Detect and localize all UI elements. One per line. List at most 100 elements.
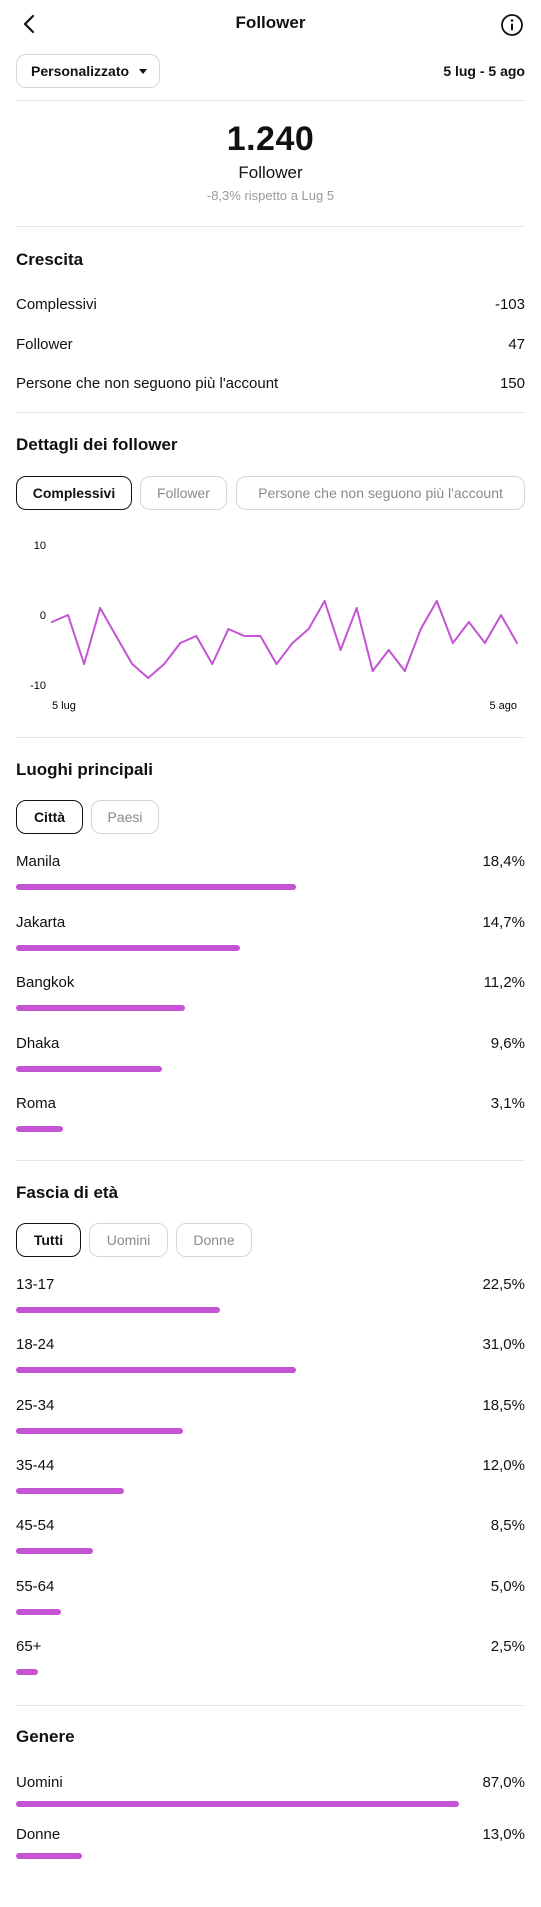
age-range-bar bbox=[16, 1487, 124, 1494]
data-point bbox=[467, 621, 470, 623]
growth-label-follows: Follower bbox=[16, 336, 73, 353]
data-point bbox=[83, 663, 86, 665]
age-range-value: 12,0% bbox=[482, 1456, 525, 1474]
series-line bbox=[51, 600, 518, 679]
age-range-label: 55-64 bbox=[16, 1577, 55, 1595]
location-label: Bangkok bbox=[16, 974, 75, 991]
age-range-value: 8,5% bbox=[490, 1517, 525, 1535]
info-icon[interactable] bbox=[499, 12, 525, 38]
gender-value: 13,0% bbox=[482, 1826, 525, 1843]
location-bar bbox=[16, 1126, 63, 1132]
age-range-label: 35-44 bbox=[16, 1456, 55, 1474]
data-point bbox=[451, 642, 454, 644]
data-point bbox=[307, 628, 310, 630]
divider bbox=[16, 737, 525, 738]
caret-down-icon bbox=[139, 69, 147, 74]
data-point bbox=[147, 677, 150, 679]
data-point bbox=[339, 649, 342, 651]
location-value: 14,7% bbox=[482, 913, 525, 931]
tab-follows[interactable]: Follower bbox=[140, 476, 227, 510]
section-title-age: Fascia di età bbox=[16, 1183, 119, 1202]
gender-value: 87,0% bbox=[482, 1774, 525, 1791]
age-range-bar bbox=[16, 1427, 183, 1434]
data-point bbox=[387, 649, 390, 651]
data-point bbox=[403, 670, 406, 672]
tab-all[interactable]: Tutti bbox=[16, 1223, 81, 1257]
data-point bbox=[99, 607, 102, 609]
x-end-label: 5 ago bbox=[489, 700, 517, 712]
location-value: 18,4% bbox=[482, 853, 525, 870]
section-title-details: Dettagli dei follower bbox=[16, 435, 178, 454]
divider bbox=[16, 1160, 525, 1161]
growth-label-unfollows: Persone che non seguono più l'account bbox=[16, 375, 279, 392]
location-value: 3,1% bbox=[490, 1095, 525, 1112]
date-range: 5 lug - 5 ago bbox=[443, 63, 525, 79]
section-title-growth: Crescita bbox=[16, 250, 84, 269]
data-point bbox=[291, 642, 294, 644]
location-label: Manila bbox=[16, 853, 61, 870]
location-bar bbox=[16, 884, 296, 890]
tab-men[interactable]: Uomini bbox=[89, 1223, 168, 1257]
data-point bbox=[195, 635, 198, 637]
data-point bbox=[275, 663, 278, 665]
age-range-label: 45-54 bbox=[16, 1517, 55, 1535]
location-value: 9,6% bbox=[490, 1034, 525, 1052]
y-tick-label: -10 bbox=[30, 680, 46, 692]
age-range-value: 31,0% bbox=[482, 1336, 525, 1354]
gender-label: Donne bbox=[16, 1826, 61, 1843]
data-point bbox=[435, 600, 438, 602]
data-point bbox=[131, 663, 134, 665]
location-bar bbox=[16, 944, 240, 951]
data-point bbox=[323, 600, 326, 602]
data-point bbox=[179, 642, 182, 644]
growth-label-overall: Complessivi bbox=[16, 296, 97, 313]
growth-value-overall: -103 bbox=[494, 296, 525, 313]
age-range-bar bbox=[16, 1367, 296, 1374]
period-dropdown-label: Personalizzato bbox=[31, 63, 130, 79]
data-point bbox=[243, 635, 246, 637]
data-point bbox=[227, 628, 230, 630]
tab-unfollows[interactable]: Persone che non seguono più l'account bbox=[236, 476, 525, 510]
age-range-value: 18,5% bbox=[482, 1396, 525, 1414]
data-point bbox=[419, 628, 422, 630]
location-value: 11,2% bbox=[483, 974, 525, 991]
x-start-label: 5 lug bbox=[52, 700, 76, 712]
gender-label: Uomini bbox=[16, 1774, 63, 1791]
data-point bbox=[67, 614, 69, 616]
gender-bar bbox=[16, 1853, 82, 1859]
tab-cities[interactable]: Città bbox=[16, 800, 83, 834]
section-title-gender: Genere bbox=[16, 1727, 75, 1746]
data-point bbox=[355, 607, 358, 609]
divider bbox=[16, 412, 525, 413]
age-range-bar bbox=[16, 1307, 220, 1313]
divider bbox=[16, 226, 525, 227]
y-tick-label: 0 bbox=[40, 610, 46, 622]
page-title: Follower bbox=[235, 13, 306, 32]
data-point bbox=[516, 642, 518, 644]
tab-overall[interactable]: Complessivi bbox=[16, 476, 132, 510]
age-range-bar bbox=[16, 1608, 61, 1615]
location-bar bbox=[16, 1005, 185, 1011]
tab-women[interactable]: Donne bbox=[176, 1223, 252, 1257]
y-tick-label: 10 bbox=[34, 540, 46, 552]
data-point bbox=[51, 621, 53, 623]
age-range-value: 5,0% bbox=[490, 1577, 525, 1595]
tab-countries[interactable]: Paesi bbox=[91, 800, 159, 834]
data-point bbox=[259, 635, 262, 637]
follower-total: 1.240 bbox=[226, 120, 315, 158]
data-point bbox=[483, 642, 486, 644]
period-dropdown[interactable]: Personalizzato bbox=[16, 54, 160, 88]
age-range-bar bbox=[16, 1548, 93, 1555]
data-point bbox=[211, 663, 214, 665]
age-range-bar bbox=[16, 1668, 38, 1675]
location-bar bbox=[16, 1065, 162, 1072]
divider bbox=[16, 1705, 525, 1706]
section-title-locations: Luoghi principali bbox=[16, 760, 153, 779]
data-point bbox=[500, 614, 502, 616]
divider bbox=[16, 100, 525, 101]
location-label: Jakarta bbox=[16, 913, 66, 931]
age-range-value: 22,5% bbox=[482, 1276, 525, 1293]
follower-line-chart: 10 0 -10 5 lug 5 ago bbox=[30, 540, 518, 712]
age-range-value: 2,5% bbox=[490, 1637, 525, 1655]
location-label: Roma bbox=[16, 1095, 57, 1112]
